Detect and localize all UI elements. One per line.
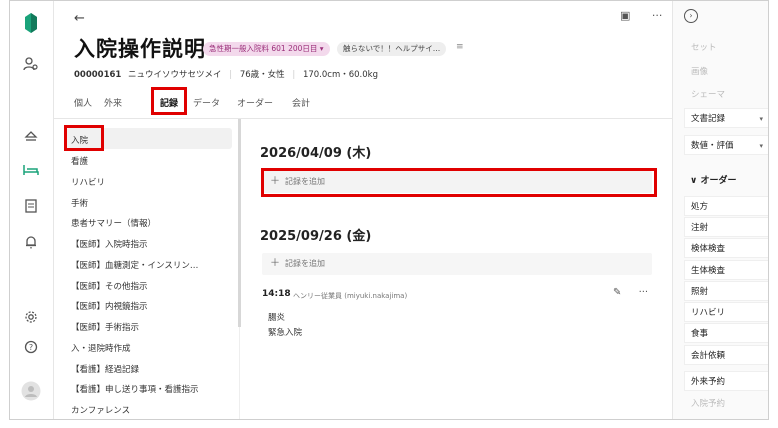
pencil-icon[interactable]: ✎ bbox=[613, 287, 621, 298]
panel-dropdown-document[interactable]: 文書記録 ▾ bbox=[684, 108, 768, 128]
highlight-box-records-tab bbox=[151, 87, 187, 115]
header-divider bbox=[54, 118, 672, 119]
record-actions: ✎ ··· bbox=[613, 287, 662, 298]
app-logo-icon bbox=[25, 13, 37, 33]
patient-info: 00000161 ニュウイソウサセツメイ | 76歳・女性 | 170.0cm・… bbox=[74, 70, 378, 80]
category-item[interactable]: 【医師】入院時指示 bbox=[71, 238, 148, 250]
chevron-right-circle-icon[interactable]: › bbox=[684, 9, 698, 23]
record-time: 14:18 bbox=[262, 289, 291, 299]
category-item[interactable]: 患者サマリー（情報） bbox=[71, 217, 156, 229]
add-record-button[interactable]: ＋ 記録を追加 bbox=[262, 253, 652, 275]
record-author: ヘンリー従業員 (miyuki.nakajima) bbox=[293, 292, 408, 300]
user-search-icon[interactable] bbox=[20, 53, 42, 75]
category-item[interactable]: 【看護】申し送り事項・看護指示 bbox=[71, 383, 199, 395]
tab-outpatient[interactable]: 外来 bbox=[104, 96, 122, 109]
panel-order-item[interactable]: 食事 bbox=[684, 323, 768, 343]
panel-item-schema: シェーマ bbox=[684, 84, 768, 104]
category-item[interactable]: 入・退院時作成 bbox=[71, 342, 131, 354]
patient-body: 170.0cm・60.0kg bbox=[302, 70, 378, 80]
highlight-box-add-record bbox=[261, 168, 657, 197]
chevron-down-icon: ▾ bbox=[759, 115, 763, 123]
dropdown-label: 文書記録 bbox=[691, 114, 726, 124]
panel-divider bbox=[239, 327, 240, 419]
panel-item-image: 画像 bbox=[684, 61, 768, 81]
category-item[interactable]: 【医師】内視鏡指示 bbox=[71, 300, 148, 312]
category-item[interactable]: 【看護】経過記録 bbox=[71, 363, 139, 375]
panel-order-item[interactable]: リハビリ bbox=[684, 302, 768, 322]
equals-icon[interactable]: ≡ bbox=[456, 42, 464, 52]
help-icon[interactable]: ? bbox=[20, 336, 42, 358]
chevron-down-icon: ▾ bbox=[759, 142, 763, 150]
svg-text:?: ? bbox=[29, 343, 33, 352]
panel-reservation-admission: 入院予約 bbox=[684, 393, 768, 413]
tab-billing[interactable]: 会計 bbox=[292, 96, 310, 109]
tab-orders[interactable]: オーダー bbox=[237, 96, 273, 109]
category-item[interactable]: 【医師】血糖測定・インスリン… bbox=[71, 259, 198, 271]
category-item[interactable]: リハビリ bbox=[71, 176, 105, 188]
record-text-line: 緊急入院 bbox=[268, 328, 303, 338]
panel-dropdown-metrics[interactable]: 数値・評価 ▾ bbox=[684, 135, 768, 155]
category-item[interactable]: 【医師】その他指示 bbox=[71, 280, 148, 292]
record-date-heading: 2025/09/26 (金) bbox=[260, 229, 372, 244]
document-list-icon[interactable] bbox=[20, 195, 42, 217]
bell-icon[interactable] bbox=[20, 231, 42, 253]
bed-icon[interactable] bbox=[20, 159, 42, 181]
panel-order-item[interactable]: 照射 bbox=[684, 281, 768, 301]
eject-icon[interactable] bbox=[20, 125, 42, 147]
plus-icon: ＋ bbox=[270, 258, 280, 269]
back-arrow-icon[interactable]: ← bbox=[74, 11, 85, 26]
category-item[interactable]: 【医師】手術指示 bbox=[71, 321, 139, 333]
panel-order-item[interactable]: 会計依頼 bbox=[684, 345, 768, 365]
add-record-label: 記録を追加 bbox=[285, 259, 325, 268]
left-rail: ? bbox=[10, 1, 54, 419]
category-item[interactable]: 看護 bbox=[71, 155, 88, 167]
panel-order-item[interactable]: 処方 bbox=[684, 196, 768, 216]
patient-id: 00000161 bbox=[74, 70, 122, 80]
page-title: 入院操作説明 bbox=[74, 37, 206, 61]
dropdown-label: 数値・評価 bbox=[691, 141, 734, 151]
category-item[interactable]: カンファレンス bbox=[71, 404, 130, 416]
highlight-box-admission-category bbox=[64, 125, 104, 151]
patient-kana: ニュウイソウサセツメイ bbox=[128, 70, 222, 80]
patient-age-sex: 76歳・女性 bbox=[239, 70, 285, 80]
admission-badge[interactable]: 急性期一般入院料 601 200日目 ▾ bbox=[203, 42, 330, 56]
panel-resize-handle[interactable] bbox=[238, 119, 241, 327]
more-horizontal-icon[interactable]: ··· bbox=[652, 9, 663, 22]
more-horizontal-icon[interactable]: ··· bbox=[639, 287, 649, 298]
order-section-toggle[interactable]: ∨ オーダー bbox=[690, 173, 736, 186]
panel-order-item[interactable]: 検体検査 bbox=[684, 238, 768, 258]
panel-order-item[interactable]: 生体検査 bbox=[684, 260, 768, 280]
id-card-icon[interactable]: ▣ bbox=[620, 9, 630, 22]
record-text-line: 腸炎 bbox=[268, 313, 286, 323]
gear-icon[interactable] bbox=[20, 306, 42, 328]
tab-personal[interactable]: 個人 bbox=[74, 96, 92, 109]
panel-item-set: セット bbox=[684, 37, 768, 57]
note-badge[interactable]: 触らないで！！ヘルプサイ… bbox=[337, 42, 447, 56]
category-item[interactable]: 手術 bbox=[71, 197, 88, 209]
tab-data[interactable]: データ bbox=[193, 96, 220, 109]
record-date-heading: 2026/04/09 (木) bbox=[260, 146, 372, 161]
avatar[interactable] bbox=[20, 380, 42, 402]
panel-reservation-outpatient[interactable]: 外来予約 bbox=[684, 371, 768, 391]
panel-order-item[interactable]: 注射 bbox=[684, 217, 768, 237]
app-window: ? ← 入院操作説明 急性期一般入院料 601 200日目 ▾ 触らないで！！ヘ… bbox=[9, 0, 769, 420]
